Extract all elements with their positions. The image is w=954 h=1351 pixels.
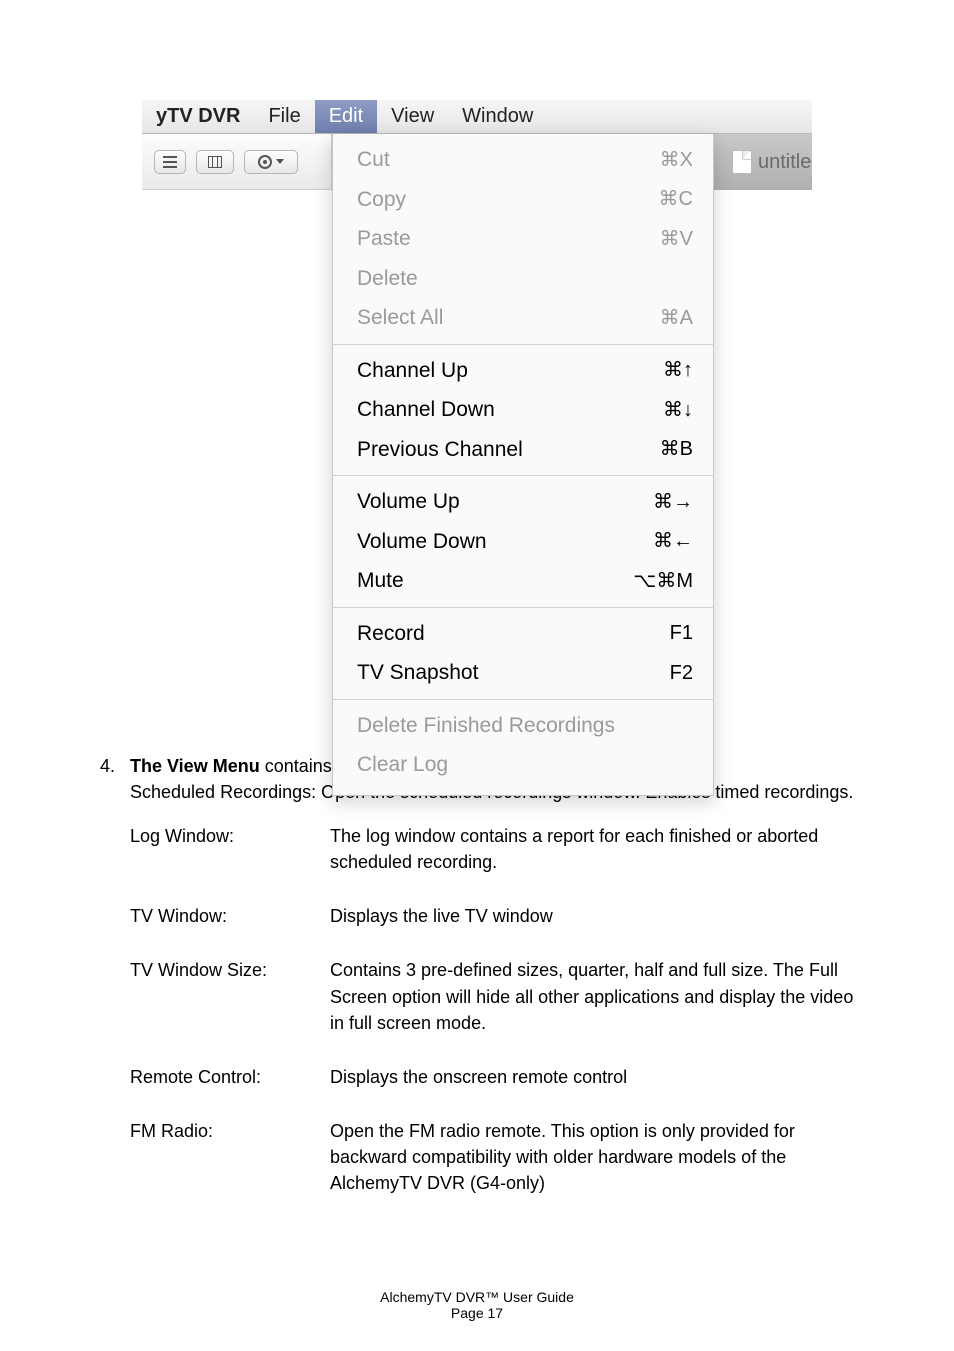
menu-item-shortcut: F1 <box>670 618 693 648</box>
menu-item-tv-snapshot[interactable]: TV Snapshot F2 <box>333 653 713 693</box>
menu-item-label: Delete Finished Recordings <box>357 710 615 742</box>
menu-item-shortcut: ⌥⌘M <box>633 566 693 596</box>
columns-view-button[interactable] <box>196 150 234 174</box>
section-heading: The View Menu <box>130 756 260 776</box>
def-term: TV Window Size: <box>130 957 330 1035</box>
right-pane-label: untitle <box>758 151 811 174</box>
menu-item-channel-up[interactable]: Channel Up ⌘↑ <box>333 351 713 391</box>
right-pane: untitle <box>714 134 812 190</box>
menu-separator <box>333 607 713 608</box>
menu-item-delete-finished-recordings: Delete Finished Recordings <box>333 706 713 746</box>
menu-separator <box>333 699 713 700</box>
menu-item-shortcut: ⌘C <box>659 184 693 214</box>
menu-item-label: Clear Log <box>357 749 448 781</box>
menu-item-label: Delete <box>357 263 418 295</box>
menu-item-label: Volume Down <box>357 526 487 558</box>
menu-separator <box>333 475 713 476</box>
list-icon <box>163 156 177 168</box>
action-menu-button[interactable] <box>244 150 298 174</box>
menu-item-shortcut: ⌘→ <box>653 487 693 517</box>
def-term: FM Radio: <box>130 1118 330 1196</box>
list-number: 4. <box>100 753 130 805</box>
menu-item-shortcut: ⌘A <box>660 303 693 333</box>
menu-item-label: Volume Up <box>357 486 460 518</box>
menubar-item-window[interactable]: Window <box>448 100 547 133</box>
menubar: yTV DVR File Edit View Window <box>142 100 812 134</box>
edit-dropdown: Cut ⌘X Copy ⌘C Paste ⌘V Delete Select Al… <box>332 134 714 796</box>
menubar-item-file[interactable]: File <box>254 100 314 133</box>
menu-item-channel-down[interactable]: Channel Down ⌘↓ <box>333 390 713 430</box>
menu-item-label: Channel Down <box>357 394 495 426</box>
list-view-button[interactable] <box>154 150 186 174</box>
menu-item-clear-log: Clear Log <box>333 745 713 785</box>
menubar-item-view[interactable]: View <box>377 100 448 133</box>
menu-item-mute[interactable]: Mute ⌥⌘M <box>333 561 713 601</box>
menu-item-label: Record <box>357 618 425 650</box>
menu-item-volume-up[interactable]: Volume Up ⌘→ <box>333 482 713 522</box>
menu-item-label: TV Snapshot <box>357 657 478 689</box>
toolbar <box>142 134 332 190</box>
footer-page-label: Page <box>451 1305 488 1321</box>
menu-separator <box>333 344 713 345</box>
menu-item-label: Paste <box>357 223 411 255</box>
menu-item-shortcut: ⌘↑ <box>663 355 693 385</box>
menu-item-label: Copy <box>357 184 406 216</box>
menu-item-label: Channel Up <box>357 355 468 387</box>
page-footer: AlchemyTV DVR™ User Guide Page 17 <box>0 1289 954 1321</box>
menu-item-label: Cut <box>357 144 390 176</box>
def-term: TV Window: <box>130 903 330 929</box>
def-text: Displays the live TV window <box>330 903 854 929</box>
gear-icon <box>258 155 272 169</box>
menu-item-volume-down[interactable]: Volume Down ⌘← <box>333 522 713 562</box>
columns-icon <box>208 156 222 168</box>
def-text: Contains 3 pre-defined sizes, quarter, h… <box>330 957 854 1035</box>
menu-item-shortcut: ⌘↓ <box>663 395 693 425</box>
body-text: 4. The View Menu contains the video rela… <box>100 753 854 1196</box>
menu-item-cut: Cut ⌘X <box>333 140 713 180</box>
menu-item-previous-channel[interactable]: Previous Channel ⌘B <box>333 430 713 470</box>
menu-item-select-all: Select All ⌘A <box>333 298 713 338</box>
def-term: Remote Control: <box>130 1064 330 1090</box>
document-icon <box>732 150 752 174</box>
menu-item-shortcut: ⌘B <box>660 434 693 464</box>
footer-page-number: 17 <box>488 1305 504 1321</box>
chevron-down-icon <box>276 159 284 164</box>
def-text: Open the FM radio remote. This option is… <box>330 1118 854 1196</box>
menu-item-label: Previous Channel <box>357 434 523 466</box>
def-text: The log window contains a report for eac… <box>330 823 854 875</box>
menubar-app-name: yTV DVR <box>142 100 254 133</box>
footer-title: AlchemyTV DVR™ User Guide <box>0 1289 954 1305</box>
menu-item-shortcut: ⌘X <box>660 145 693 175</box>
menu-item-delete: Delete <box>333 259 713 299</box>
def-text: Displays the onscreen remote control <box>330 1064 854 1090</box>
menubar-item-edit[interactable]: Edit <box>315 100 377 133</box>
menu-item-label: Select All <box>357 302 443 334</box>
menu-item-copy: Copy ⌘C <box>333 180 713 220</box>
menu-item-shortcut: F2 <box>670 658 693 688</box>
menu-item-shortcut: ⌘← <box>653 526 693 556</box>
menu-item-shortcut: ⌘V <box>660 224 693 254</box>
def-term: Log Window: <box>130 823 330 875</box>
menu-item-label: Mute <box>357 565 404 597</box>
edit-menu-screenshot: yTV DVR File Edit View Window untitle <box>142 100 812 630</box>
menu-item-record[interactable]: Record F1 <box>333 614 713 654</box>
menu-item-paste: Paste ⌘V <box>333 219 713 259</box>
